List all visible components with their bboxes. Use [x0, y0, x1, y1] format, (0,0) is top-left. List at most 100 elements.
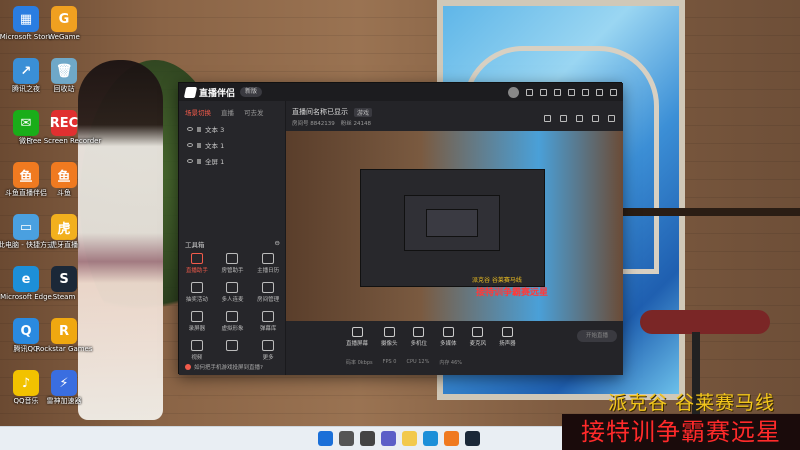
- tool-icon: [190, 340, 203, 351]
- huya-icon: 虎: [51, 214, 77, 240]
- version-badge[interactable]: 新版: [240, 87, 263, 97]
- lock-icon[interactable]: [197, 158, 201, 164]
- stream-stats: 码率 0kbps FPS 0 CPU 12% 内存 46%: [346, 359, 462, 366]
- control-button[interactable]: 扬声器: [499, 327, 516, 347]
- toolbox-header: 工具箱 ⊖: [179, 239, 286, 249]
- lock-icon[interactable]: [197, 142, 201, 148]
- control-button[interactable]: 多机位: [411, 327, 427, 347]
- qq-icon: Q: [13, 318, 39, 344]
- computer-icon: ▭: [13, 214, 39, 240]
- tab-live[interactable]: 直播: [221, 107, 234, 117]
- stat-item: 码率 0kbps: [346, 360, 373, 366]
- tool-button[interactable]: 主播日历: [250, 253, 286, 274]
- tool-button[interactable]: 房间管理: [250, 282, 286, 303]
- stream-preview[interactable]: 派克谷 谷莱赛马线 接特训争霸赛远星: [286, 131, 623, 321]
- notification-icon[interactable]: [592, 115, 599, 122]
- control-button[interactable]: 摄像头: [381, 327, 398, 347]
- tool-label: 录屏器: [188, 326, 206, 332]
- menu-icon[interactable]: [568, 88, 575, 96]
- tool-button[interactable]: 抽奖活动: [179, 282, 215, 303]
- control-button[interactable]: 直播屏幕: [346, 327, 368, 347]
- preview-caption-yellow: 派克谷 谷莱赛马线: [472, 277, 522, 284]
- room-category-tag[interactable]: 游戏: [354, 107, 373, 117]
- desktop-icon[interactable]: S Steam: [38, 266, 90, 302]
- tool-button[interactable]: 多人连麦: [215, 282, 251, 303]
- tool-icon: [190, 311, 203, 322]
- source-item[interactable]: 全屏 1: [179, 153, 285, 169]
- douyu-icon[interactable]: [444, 431, 459, 446]
- desktop-icon[interactable]: 🗑 回收站: [38, 58, 90, 94]
- source-label: 文本 3: [205, 126, 225, 134]
- tool-button[interactable]: 房管助手: [215, 253, 251, 274]
- stat-item: FPS 0: [382, 359, 397, 365]
- taskbar: [0, 426, 562, 450]
- visibility-icon[interactable]: [187, 159, 193, 163]
- tool-button[interactable]: 虚拟形象: [215, 311, 251, 332]
- more-icon[interactable]: [608, 115, 615, 122]
- tab-scenes[interactable]: 场景切换: [185, 107, 211, 117]
- task-view-icon[interactable]: [360, 431, 375, 446]
- tool-icon: [262, 311, 275, 322]
- shortcut-icon: ↗: [13, 58, 39, 84]
- streaming-app-window[interactable]: 直播伴侣 新版 场景切换 直播 可去发 文本 3 文本 1 全屏 1 工具箱 ⊖ 直…: [178, 82, 623, 375]
- tab-publish[interactable]: 可去发: [244, 107, 264, 117]
- toolbox-grid: 直播助手 房管助手 主播日历抽奖活动 多人连麦 房间管理录屏器 虚拟形象 弹幕库视频 更多: [179, 253, 286, 361]
- tool-label: 多人连麦: [221, 297, 244, 303]
- avatar[interactable]: [508, 86, 519, 98]
- gift-icon[interactable]: [540, 88, 547, 96]
- search-icon[interactable]: [339, 431, 354, 446]
- control-icon: [501, 327, 513, 337]
- wegame-icon: G: [51, 6, 77, 32]
- desktop-icon[interactable]: 虎虎牙直播: [38, 214, 90, 250]
- desktop-icon[interactable]: 鱼斗鱼: [38, 162, 90, 198]
- source-item[interactable]: 文本 3: [179, 121, 285, 137]
- shop-icon[interactable]: [544, 115, 551, 122]
- maximize-button[interactable]: [596, 88, 603, 96]
- visibility-icon[interactable]: [187, 127, 193, 131]
- tool-button[interactable]: [215, 340, 251, 361]
- control-label: 多媒体: [440, 341, 457, 347]
- share-icon[interactable]: [576, 115, 583, 122]
- edge-icon[interactable]: [423, 431, 438, 446]
- desktop-icon-label: WeGame: [48, 33, 80, 41]
- tool-label: 主播日历: [257, 268, 280, 274]
- title-bar[interactable]: 直播伴侣 新版: [179, 83, 623, 101]
- desktop-icon[interactable]: R Rockstar Games: [36, 318, 93, 354]
- control-button[interactable]: 多媒体: [440, 327, 457, 347]
- desktop-icon-label: Free Screen Recorder: [26, 137, 102, 145]
- visibility-icon[interactable]: [187, 143, 193, 147]
- minimize-button[interactable]: [582, 88, 589, 96]
- settings-icon[interactable]: [554, 88, 561, 96]
- message-icon[interactable]: [526, 88, 533, 96]
- chat-icon[interactable]: [560, 115, 567, 122]
- wechat-icon: ✉: [13, 110, 39, 136]
- expand-icon[interactable]: ⊖: [275, 239, 280, 249]
- control-icon: [472, 327, 484, 337]
- tool-button[interactable]: 录屏器: [179, 311, 215, 332]
- file-explorer-icon[interactable]: [402, 431, 417, 446]
- tool-button[interactable]: 直播助手: [179, 253, 215, 274]
- source-item[interactable]: 文本 1: [179, 137, 285, 153]
- control-label: 扬声器: [499, 341, 516, 347]
- chat-icon[interactable]: [381, 431, 396, 446]
- wallpaper-character: [78, 60, 163, 420]
- room-title[interactable]: 直播间名称已显示: [292, 107, 348, 117]
- desktop-icon[interactable]: ⚡ 雷神加速器: [38, 370, 90, 406]
- tool-label: 视频: [191, 355, 203, 361]
- tool-button[interactable]: 更多: [250, 340, 286, 361]
- lock-icon[interactable]: [197, 126, 201, 132]
- desktop-icon[interactable]: G WeGame: [38, 6, 90, 42]
- douyu-icon: 鱼: [13, 162, 39, 188]
- go-live-button[interactable]: 开始直播: [577, 330, 617, 342]
- help-tip[interactable]: 如何把手机游戏投屏到直播?: [185, 363, 263, 371]
- steam-icon[interactable]: [465, 431, 480, 446]
- app-logo: 直播伴侣: [183, 86, 235, 99]
- tool-button[interactable]: 视频: [179, 340, 215, 361]
- close-button[interactable]: [610, 88, 617, 96]
- tool-button[interactable]: 弹幕库: [250, 311, 286, 332]
- control-button[interactable]: 麦克风: [470, 327, 486, 347]
- room-info-bar: 直播间名称已显示 游戏 房间号 8842139 粉丝 24148: [286, 101, 623, 131]
- tool-label: 房管助手: [221, 268, 244, 274]
- desktop-icon[interactable]: REC Free Screen Recorder: [27, 110, 101, 146]
- windows-start-icon[interactable]: [318, 431, 333, 446]
